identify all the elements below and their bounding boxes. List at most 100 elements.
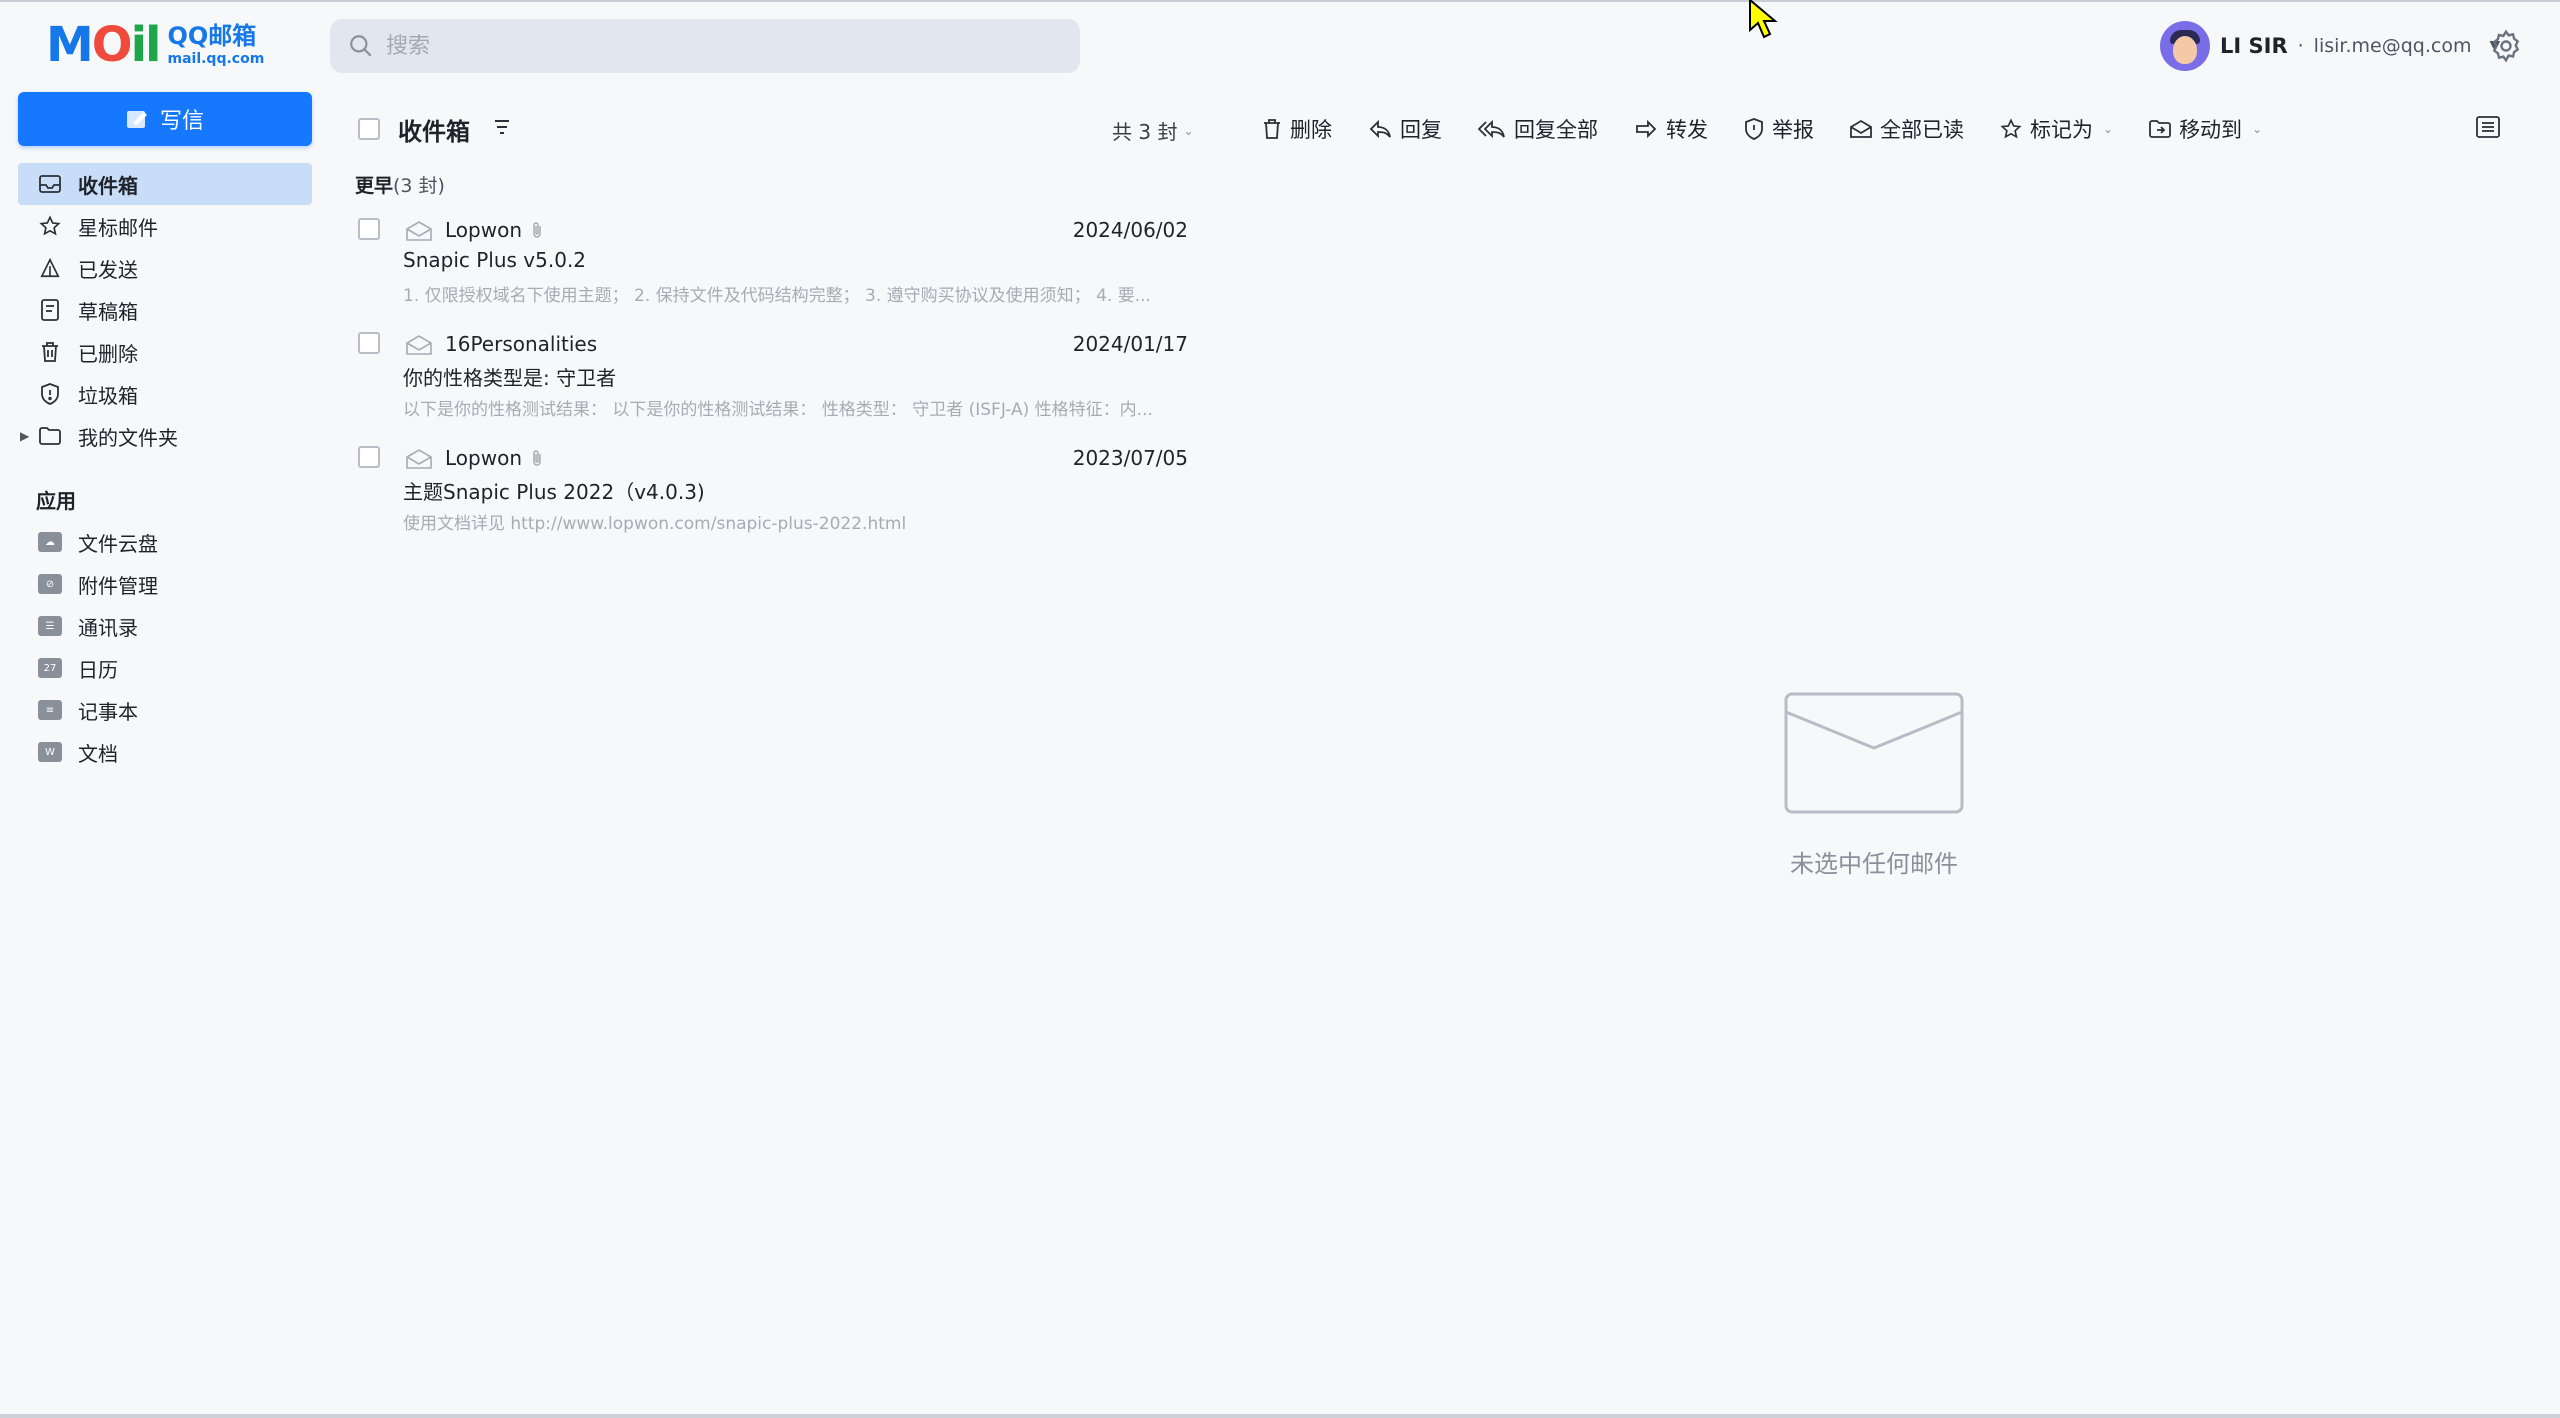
move-folder-icon	[2149, 120, 2171, 138]
sidebar-item-label: 草稿箱	[78, 299, 138, 324]
sidebar-item-sent[interactable]: 已发送	[18, 247, 312, 289]
mail-row[interactable]: Lopwon 2024/06/02 Snapic Plus v5.0.2 1. …	[358, 214, 1188, 324]
logo-brand: QQ邮箱	[167, 22, 257, 50]
search-icon	[350, 35, 372, 57]
mark-all-read-label: 全部已读	[1880, 118, 1964, 142]
mail-sender: Lopwon	[445, 446, 522, 470]
mail-checkbox[interactable]	[358, 446, 380, 468]
mail-sender: 16Personalities	[445, 332, 598, 356]
attachment-manager-icon: ⊘	[38, 574, 62, 594]
report-button[interactable]: 举报	[1744, 114, 1814, 144]
logo-mark: MOil	[46, 17, 161, 73]
shield-icon	[38, 382, 62, 406]
group-count: (3 封)	[393, 175, 445, 197]
account-menu[interactable]: LI SIR · lisir.me@qq.com ▼	[2160, 21, 2500, 71]
app-item-label: 日历	[78, 657, 118, 682]
mail-toolbar: 删除 回复 回复全部 转发 举报 全部已读 标记为 ⌄ 移动到 ⌄	[1262, 114, 2298, 144]
empty-envelope-icon	[1784, 692, 1964, 814]
mail-preview: 使用文档详见 http://www.lopwon.com/snapic-plus…	[403, 514, 907, 534]
user-name: LI SIR	[2220, 34, 2288, 58]
compose-icon	[126, 111, 147, 128]
paperclip-icon	[533, 450, 541, 466]
avatar[interactable]	[2160, 21, 2210, 71]
mark-as-dropdown[interactable]: 标记为 ⌄	[2000, 114, 2113, 144]
move-to-label: 移动到	[2179, 118, 2243, 142]
notepad-icon: ≡	[38, 700, 62, 720]
move-to-dropdown[interactable]: 移动到 ⌄	[2149, 114, 2262, 144]
chevron-down-icon: ⌄	[2103, 122, 2114, 136]
sidebar-item-drafts[interactable]: 草稿箱	[18, 289, 312, 331]
app-item-calendar[interactable]: 27 日历	[18, 647, 312, 689]
search-bar[interactable]	[330, 19, 1080, 73]
envelope-icon	[406, 449, 432, 469]
sidebar-item-spam[interactable]: 垃圾箱	[18, 373, 312, 415]
compose-label: 写信	[159, 109, 204, 134]
folder-icon	[38, 424, 62, 448]
envelope-icon	[406, 335, 432, 355]
mail-subject: 主题Snapic Plus 2022（v4.0.3)	[403, 480, 705, 504]
app-item-cloud-drive[interactable]: ☁ 文件云盘	[18, 521, 312, 563]
mail-preview: 以下是你的性格测试结果： 以下是你的性格测试结果： 性格类型： 守卫者 (ISF…	[403, 400, 1153, 420]
sidebar-item-label: 已删除	[78, 341, 138, 366]
reading-pane-layout-button[interactable]	[2476, 116, 2500, 142]
mail-count-dropdown[interactable]: 共 3 封 ⌄	[1112, 116, 1194, 145]
sidebar-item-deleted[interactable]: 已删除	[18, 331, 312, 373]
mark-all-read-button[interactable]: 全部已读	[1850, 114, 1964, 144]
mail-row[interactable]: Lopwon 2023/07/05 主题Snapic Plus 2022（v4.…	[358, 442, 1188, 552]
delete-button[interactable]: 删除	[1262, 114, 1332, 144]
mail-date: 2024/06/02	[1072, 218, 1188, 242]
app-item-notepad[interactable]: ≡ 记事本	[18, 689, 312, 731]
draft-icon	[38, 298, 62, 322]
compose-button[interactable]: 写信	[18, 92, 312, 146]
empty-state-text: 未选中任何邮件	[1790, 850, 1958, 878]
sidebar-item-label: 星标邮件	[78, 215, 158, 240]
mouse-cursor-icon	[1749, 0, 1778, 39]
mail-checkbox[interactable]	[358, 218, 380, 240]
mail-sender: Lopwon	[445, 218, 522, 242]
settings-button[interactable]	[2488, 28, 2524, 64]
sidebar-item-my-folders[interactable]: ▶ 我的文件夹	[18, 415, 312, 457]
open-envelope-icon	[1850, 119, 1872, 138]
user-email-sep: ·	[2297, 35, 2304, 57]
shield-icon	[1745, 118, 1763, 140]
filter-button[interactable]	[492, 117, 512, 141]
reply-icon	[1369, 119, 1391, 139]
app-item-label: 通讯录	[78, 615, 138, 640]
reply-all-icon	[1478, 119, 1505, 139]
app-item-attachments[interactable]: ⊘ 附件管理	[18, 563, 312, 605]
group-header: 更早(3 封)	[355, 171, 445, 198]
mark-as-label: 标记为	[2030, 118, 2093, 142]
mail-row[interactable]: 16Personalities 2024/01/17 你的性格类型是: 守卫者 …	[358, 328, 1188, 438]
expand-arrow-icon[interactable]: ▶	[20, 429, 29, 443]
report-label: 举报	[1772, 118, 1814, 142]
apps-section-title: 应用	[36, 489, 76, 513]
app-item-contacts[interactable]: ☰ 通讯录	[18, 605, 312, 647]
cloud-drive-icon: ☁	[38, 532, 62, 552]
mail-subject: Snapic Plus v5.0.2	[403, 248, 587, 272]
list-header: 收件箱	[358, 114, 512, 146]
app-item-docs[interactable]: W 文档	[18, 731, 312, 773]
sidebar-item-inbox[interactable]: 收件箱	[18, 163, 312, 205]
select-all-checkbox[interactable]	[358, 118, 380, 140]
gear-icon	[2492, 29, 2520, 63]
inbox-icon	[38, 172, 62, 196]
forward-icon	[1636, 119, 1657, 139]
calendar-icon: 27	[38, 658, 62, 678]
envelope-icon	[406, 221, 432, 241]
forward-button[interactable]: 转发	[1634, 114, 1708, 144]
mail-checkbox[interactable]	[358, 332, 380, 354]
sidebar-item-starred[interactable]: 星标邮件	[18, 205, 312, 247]
trash-icon	[38, 340, 62, 364]
window-top-border	[0, 0, 2560, 2]
delete-label: 删除	[1290, 118, 1332, 142]
apps-nav: ☁ 文件云盘 ⊘ 附件管理 ☰ 通讯录 27 日历 ≡ 记事本 W 文档	[18, 521, 312, 773]
logo-domain: mail.qq.com	[167, 51, 265, 67]
qq-mail-logo[interactable]: MOil QQ邮箱 mail.qq.com	[46, 20, 264, 70]
search-input[interactable]	[386, 33, 1046, 59]
reply-button[interactable]: 回复	[1368, 114, 1442, 144]
app-item-label: 附件管理	[78, 573, 158, 598]
window-bottom-border	[0, 1414, 2560, 1418]
forward-label: 转发	[1666, 118, 1708, 142]
folder-title: 收件箱	[398, 117, 470, 146]
reply-all-button[interactable]: 回复全部	[1478, 114, 1598, 144]
